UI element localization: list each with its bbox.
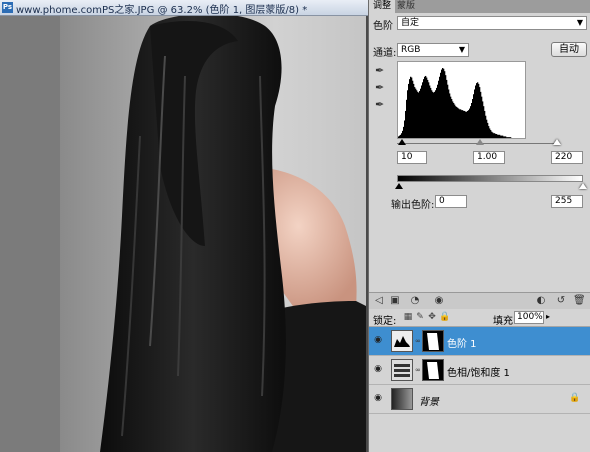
photoshop-icon: Ps [2, 2, 13, 13]
auto-button[interactable]: 自动 [551, 42, 587, 57]
back-arrow-icon[interactable]: ◁ [373, 295, 385, 307]
output-white-slider[interactable] [579, 183, 587, 189]
visibility-eye-icon[interactable]: ◉ [372, 335, 384, 346]
adjustments-footer: ◁ ▣ ◔ ◉ ◐ ↺ 🗑 [369, 292, 590, 309]
fill-label: 填充: [493, 316, 517, 327]
document-canvas[interactable] [0, 16, 368, 452]
reset-icon[interactable]: ↺ [555, 295, 567, 307]
white-eyedropper-icon[interactable]: ✒ [375, 98, 387, 112]
document-title: www.phome.comPS之家.JPG @ 63.2% (色阶 1, 图层蒙… [16, 5, 308, 16]
layer-name: 色阶 1 [447, 339, 477, 350]
document-window: Ps www.phome.comPS之家.JPG @ 63.2% (色阶 1, … [0, 0, 368, 452]
slider-bars-icon [394, 364, 410, 377]
layer-name: 色相/饱和度 1 [447, 368, 510, 379]
background-thumb [391, 388, 413, 410]
histogram-icon [394, 336, 410, 347]
channel-dropdown[interactable]: RGB ▼ [397, 43, 469, 57]
layer-mask-thumb[interactable] [422, 359, 444, 381]
layer-row-levels[interactable]: ◉ ∞ 色阶 1 [369, 327, 590, 356]
output-black-slider[interactable] [395, 183, 403, 189]
preset-value: 自定 [401, 18, 420, 28]
tab-adjustments[interactable]: 调整 [369, 0, 396, 13]
output-white-field[interactable]: 255 [551, 195, 583, 208]
layer-mask-thumb[interactable] [422, 330, 444, 352]
layer-name: 背景 [419, 397, 439, 408]
histogram-bar [510, 137, 512, 138]
input-gamma-field[interactable]: 1.00 [473, 151, 505, 164]
preset-dropdown[interactable]: 自定 ▼ [397, 16, 587, 30]
fill-input[interactable]: 100% [514, 311, 544, 324]
document-title-bar[interactable]: Ps www.phome.comPS之家.JPG @ 63.2% (色阶 1, … [0, 0, 368, 16]
visibility-eye-icon[interactable]: ◉ [433, 295, 445, 307]
levels-adjustment-thumb [391, 330, 413, 352]
tab-masks[interactable]: 蒙版 [393, 0, 419, 13]
trash-icon[interactable]: 🗑 [573, 295, 586, 307]
input-black-field[interactable]: 10 [397, 151, 427, 164]
portrait-photo [100, 16, 366, 452]
channel-label: 通道: [373, 48, 397, 59]
lock-position-icon[interactable]: ✥ [427, 312, 437, 323]
output-levels-label: 输出色阶: [391, 200, 435, 211]
output-gradient [397, 175, 583, 182]
layers-toolbar: 锁定: ▦ ✎ ✥ 🔒 填充: 100% ▸ [369, 310, 590, 327]
input-gamma-slider[interactable] [476, 139, 484, 145]
clip-to-layer-icon[interactable]: ◔ [409, 295, 421, 307]
gray-eyedropper-icon[interactable]: ✒ [375, 81, 387, 95]
lock-all-icon[interactable]: 🔒 [439, 312, 450, 323]
chevron-right-icon[interactable]: ▸ [546, 312, 550, 321]
previous-state-icon[interactable]: ◐ [535, 295, 547, 307]
mask-shape-icon [427, 333, 439, 350]
channel-value: RGB [401, 45, 421, 55]
expand-view-icon[interactable]: ▣ [389, 295, 401, 307]
lock-pixels-icon[interactable]: ✎ [415, 312, 425, 323]
link-icon[interactable]: ∞ [415, 365, 421, 375]
chevron-down-icon: ▼ [458, 45, 465, 54]
panel-tabs: 调整 蒙版 [369, 0, 590, 13]
hue-saturation-thumb [391, 359, 413, 381]
input-white-slider[interactable] [553, 139, 561, 145]
preset-label: 色阶 [373, 21, 393, 32]
visibility-eye-icon[interactable]: ◉ [372, 393, 384, 404]
mask-shape-icon [427, 362, 439, 379]
lock-transparency-icon[interactable]: ▦ [403, 312, 413, 323]
histogram [397, 61, 526, 139]
input-black-slider[interactable] [398, 139, 406, 145]
lock-label: 锁定: [373, 316, 397, 327]
chevron-down-icon: ▼ [576, 18, 583, 27]
visibility-eye-icon[interactable]: ◉ [372, 364, 384, 375]
layer-row-background[interactable]: ◉ 背景 🔒 [369, 385, 590, 414]
link-icon[interactable]: ∞ [415, 336, 421, 346]
black-eyedropper-icon[interactable]: ✒ [375, 64, 387, 78]
layer-row-hue-saturation[interactable]: ◉ ∞ 色相/饱和度 1 [369, 356, 590, 385]
lock-icon: 🔒 [569, 393, 581, 403]
input-white-field[interactable]: 220 [551, 151, 583, 164]
panels-dock: 调整 蒙版 色阶 自定 ▼ 通道: RGB ▼ 自动 ✒ ✒ ✒ 10 1.00… [368, 0, 590, 452]
output-black-field[interactable]: 0 [435, 195, 467, 208]
